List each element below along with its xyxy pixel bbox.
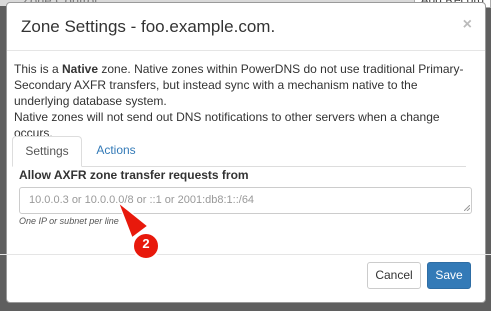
annotation-badge-number: 2 — [142, 236, 150, 251]
modal-title: Zone Settings - foo.example.com. — [21, 17, 276, 36]
close-icon[interactable]: × — [463, 16, 472, 34]
axfr-allow-input[interactable] — [19, 187, 472, 214]
save-button[interactable]: Save — [427, 262, 471, 289]
modal-footer-divider — [0, 254, 491, 255]
axfr-field-label: Allow AXFR zone transfer requests from — [19, 168, 249, 182]
zone-description: This is a Native zone. Native zones with… — [14, 61, 466, 141]
description-prefix: This is a — [14, 62, 63, 76]
native-zone-description: This is a Native zone. Native zones with… — [14, 61, 466, 109]
axfr-help-text: One IP or subnet per line — [19, 216, 119, 226]
cancel-button[interactable]: Cancel — [367, 262, 421, 289]
tab-actions[interactable]: Actions — [86, 136, 146, 166]
settings-tabs: Settings Actions — [12, 136, 466, 167]
tab-settings[interactable]: Settings — [12, 136, 82, 167]
modal-header: Zone Settings - foo.example.com. × — [7, 3, 485, 51]
description-zone-type: Native — [62, 62, 99, 76]
